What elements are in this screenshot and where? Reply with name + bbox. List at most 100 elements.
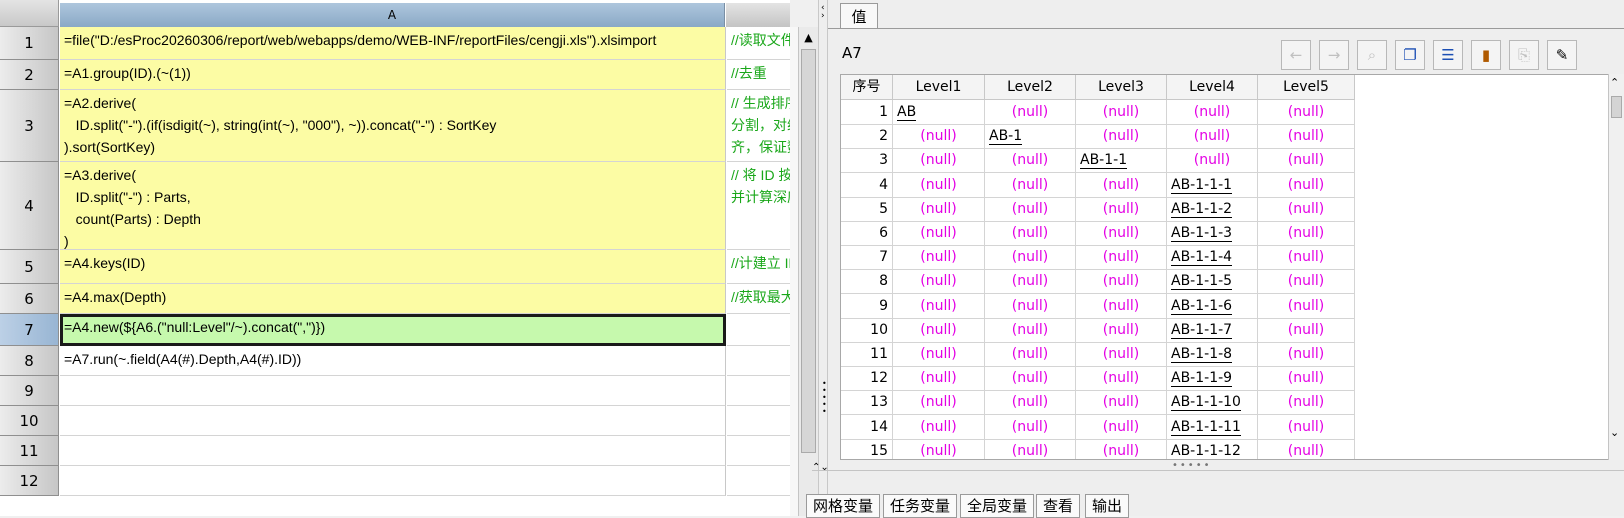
table-header-level1[interactable]: Level1 (893, 75, 985, 100)
row-index-cell[interactable]: 9 (841, 293, 893, 319)
table-header-level3[interactable]: Level3 (1076, 75, 1167, 100)
formula-cell[interactable]: =A2.derive( ID.split("-").(if(isdigit(~)… (60, 90, 726, 162)
comment-cell[interactable]: //获取最大 (727, 284, 790, 314)
table-cell[interactable]: (null) (893, 366, 985, 392)
comment-cell[interactable] (727, 346, 790, 376)
comment-cell[interactable]: // 生成排序 分割，对纯 齐，保证数 (727, 90, 790, 162)
row-index-cell[interactable]: 3 (841, 148, 893, 174)
panel-splitter[interactable]: ‹ › • • • • • (818, 0, 828, 516)
row-header[interactable]: 8 (0, 346, 59, 376)
table-cell[interactable]: (null) (985, 221, 1076, 246)
row-index-cell[interactable]: 8 (841, 269, 893, 295)
table-cell[interactable]: (null) (985, 414, 1076, 440)
table-cell[interactable]: (null) (1076, 196, 1167, 222)
table-cell[interactable]: (null) (1167, 148, 1258, 174)
row-index-cell[interactable]: 1 (841, 100, 893, 125)
row-index-cell[interactable]: 13 (841, 390, 893, 416)
formula-cell[interactable]: =A7.run(~.field(A4(#).Depth,A4(#).ID)) (60, 346, 726, 376)
table-cell[interactable]: (null) (1076, 438, 1167, 459)
pin-icon[interactable]: ✎ (1547, 40, 1577, 70)
forward-arrow-icon[interactable]: → (1319, 40, 1349, 70)
column-header-b[interactable] (726, 3, 790, 27)
table-cell[interactable]: (null) (1076, 100, 1167, 125)
table-cell[interactable]: AB-1-1-11 (1167, 414, 1258, 440)
chart-icon[interactable]: ▮ (1471, 40, 1501, 70)
formula-cell[interactable] (60, 466, 726, 496)
row-header[interactable]: 12 (0, 466, 59, 496)
row-index-cell[interactable]: 10 (841, 317, 893, 343)
collapse-arrows-icon[interactable]: ⌃⌄ (812, 462, 829, 473)
value-table-scrollbar[interactable]: ⌃ ⌄ (1608, 74, 1624, 460)
table-cell[interactable]: (null) (893, 269, 985, 295)
zoom-icon[interactable]: ⌕ (1357, 40, 1387, 70)
table-cell[interactable]: (null) (1258, 293, 1355, 319)
table-cell[interactable]: (null) (1258, 172, 1355, 198)
row-header[interactable]: 4 (0, 162, 59, 250)
table-header-level5[interactable]: Level5 (1258, 75, 1355, 100)
table-cell[interactable]: (null) (1258, 366, 1355, 392)
table-cell[interactable]: AB-1-1-9 (1167, 366, 1258, 392)
comment-cell[interactable]: // 将 ID 按 并计算深度 (727, 162, 790, 250)
row-header[interactable]: 3 (0, 90, 59, 162)
row-index-cell[interactable]: 11 (841, 342, 893, 367)
table-cell[interactable]: AB-1-1-1 (1167, 172, 1258, 198)
table-cell[interactable]: AB-1-1-7 (1167, 317, 1258, 343)
table-cell[interactable]: (null) (893, 414, 985, 440)
table-cell[interactable]: (null) (1167, 124, 1258, 150)
comment-cell[interactable] (727, 406, 790, 436)
table-cell[interactable]: AB-1-1 (1076, 148, 1167, 174)
table-cell[interactable]: AB-1-1-3 (1167, 221, 1258, 246)
formula-cell[interactable]: =A3.derive( ID.split("-") : Parts, count… (60, 162, 726, 250)
table-cell[interactable]: (null) (1258, 100, 1355, 125)
table-cell[interactable]: (null) (985, 172, 1076, 198)
grid-corner[interactable] (0, 0, 59, 27)
row-header[interactable]: 9 (0, 376, 59, 406)
table-cell[interactable]: AB-1-1-8 (1167, 342, 1258, 367)
table-cell[interactable]: (null) (893, 293, 985, 319)
table-cell[interactable]: (null) (985, 438, 1076, 459)
table-cell[interactable]: (null) (893, 342, 985, 367)
table-cell[interactable]: (null) (1258, 124, 1355, 150)
table-cell[interactable]: (null) (1167, 100, 1258, 125)
table-cell[interactable]: (null) (985, 390, 1076, 416)
table-cell[interactable]: (null) (985, 148, 1076, 174)
row-header[interactable]: 7 (0, 314, 59, 346)
formula-cell[interactable] (60, 376, 726, 406)
table-header-序号[interactable]: 序号 (841, 75, 893, 100)
comment-cell[interactable] (727, 466, 790, 496)
row-index-cell[interactable]: 7 (841, 245, 893, 271)
table-cell[interactable]: (null) (1076, 366, 1167, 392)
tab-view[interactable]: 查看 (1036, 494, 1081, 518)
tab-global-vars[interactable]: 全局变量 (960, 494, 1035, 518)
comment-cell[interactable]: //去重 (727, 60, 790, 90)
table-cell[interactable]: AB-1-1-4 (1167, 245, 1258, 271)
formula-cell[interactable] (60, 436, 726, 466)
column-header-a[interactable]: A (60, 3, 725, 27)
table-cell[interactable]: (null) (1258, 245, 1355, 271)
row-header[interactable]: 6 (0, 284, 59, 314)
table-cell[interactable]: (null) (1258, 342, 1355, 367)
table-cell[interactable]: (null) (985, 366, 1076, 392)
table-cell[interactable]: (null) (1076, 414, 1167, 440)
comment-cell[interactable]: //计建立 ID (727, 250, 790, 284)
grid-vertical-scrollbar[interactable]: ▲ (798, 27, 818, 516)
table-cell[interactable]: (null) (985, 342, 1076, 367)
table-cell[interactable]: (null) (1258, 221, 1355, 246)
table-cell[interactable]: AB-1-1-5 (1167, 269, 1258, 295)
collapse-arrows-icon[interactable]: ‹ › (821, 4, 825, 21)
table-cell[interactable]: (null) (1258, 269, 1355, 295)
table-cell[interactable]: (null) (985, 100, 1076, 125)
scroll-up-icon[interactable]: ⌃ (1610, 76, 1619, 89)
table-cell[interactable]: (null) (1076, 124, 1167, 150)
table-cell[interactable]: AB-1-1-6 (1167, 293, 1258, 319)
tab-output[interactable]: 输出 (1085, 494, 1130, 518)
table-cell[interactable]: (null) (893, 317, 985, 343)
formula-cell[interactable]: =A4.new(${A6.("null:Level"/~).concat(","… (60, 314, 726, 346)
table-cell[interactable]: (null) (1076, 390, 1167, 416)
row-index-cell[interactable]: 2 (841, 124, 893, 150)
table-cell[interactable]: (null) (1258, 390, 1355, 416)
table-header-level4[interactable]: Level4 (1167, 75, 1258, 100)
table-cell[interactable]: (null) (985, 317, 1076, 343)
table-cell[interactable]: (null) (1076, 221, 1167, 246)
table-cell[interactable]: AB-1-1-10 (1167, 390, 1258, 416)
